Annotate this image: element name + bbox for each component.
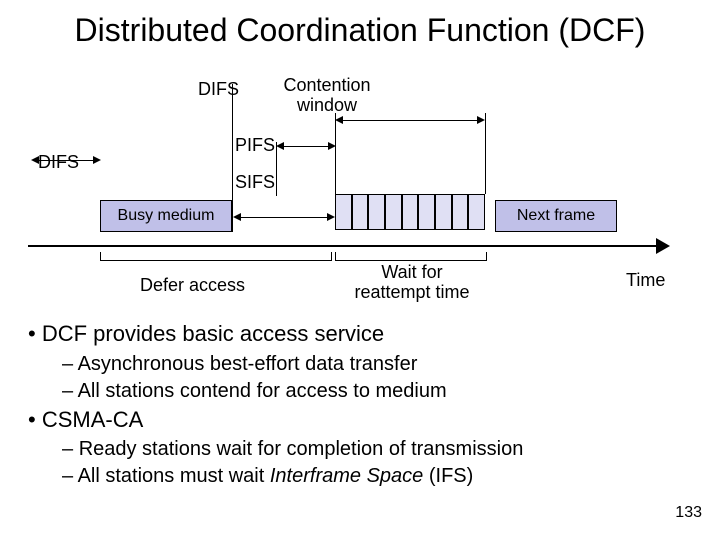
bullet-level2: All stations contend for access to mediu…: [62, 379, 668, 404]
contention-start-guideline: [335, 113, 336, 194]
time-axis-arrow-icon: [656, 238, 670, 254]
backoff-slot: [452, 194, 469, 230]
wait-brace: [335, 252, 487, 261]
backoff-slot: [352, 194, 369, 230]
slide-title: Distributed Coordination Function (DCF): [0, 12, 720, 49]
defer-access-label: Defer access: [140, 275, 245, 296]
slide: { "title": "Distributed Coordination Fun…: [0, 0, 720, 540]
pifs-span-arrow: [283, 146, 329, 147]
difs-left-label: DIFS: [38, 152, 79, 173]
backoff-slot: [385, 194, 402, 230]
backoff-slots: [335, 194, 485, 230]
difs-start-guideline: [232, 84, 233, 232]
page-number: 133: [675, 504, 702, 522]
bullet-level2: Ready stations wait for completion of tr…: [62, 437, 668, 462]
bullet-level1: CSMA-CA: [28, 406, 668, 434]
bullet-level2: All stations must wait Interframe Space …: [62, 464, 668, 489]
contention-window-span-arrow: [342, 120, 478, 121]
wait-reattempt-label: Wait for reattempt time: [352, 263, 472, 303]
backoff-slot: [402, 194, 419, 230]
contention-window-label: Contention window: [272, 76, 382, 116]
defer-access-brace: [100, 252, 332, 261]
backoff-slot: [368, 194, 385, 230]
time-axis-label: Time: [626, 270, 665, 291]
difs-left-span-arrow: [38, 160, 94, 161]
bullet-list: DCF provides basic access service Asynchr…: [28, 320, 668, 491]
busy-medium-block: Busy medium: [100, 200, 232, 232]
pifs-start-guideline: [276, 142, 277, 196]
sifs-span-arrow: [240, 217, 328, 218]
pifs-label: PIFS: [235, 135, 275, 156]
next-frame-block: Next frame: [495, 200, 617, 232]
time-axis: [28, 245, 660, 247]
backoff-slot: [335, 194, 352, 230]
bullet-level1: DCF provides basic access service: [28, 320, 668, 348]
backoff-slot: [435, 194, 452, 230]
backoff-slot: [418, 194, 435, 230]
contention-end-guideline: [485, 113, 486, 194]
bullet-level2: Asynchronous best-effort data transfer: [62, 352, 668, 377]
backoff-slot: [468, 194, 485, 230]
sifs-label: SIFS: [235, 172, 275, 193]
